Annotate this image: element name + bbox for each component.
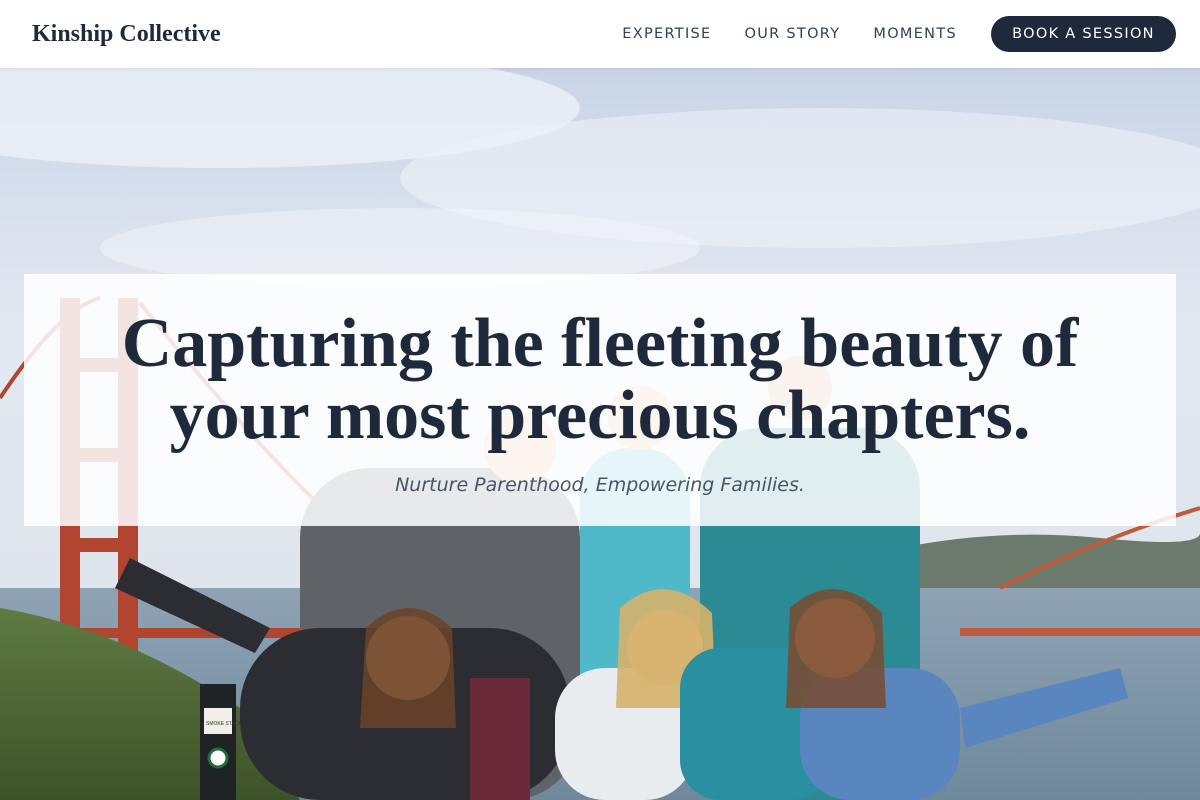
hero-headline: Capturing the fleeting beauty of your mo… (121, 305, 1079, 454)
hero-section: SMOKE STACK Capturing the fleeting beaut… (0, 68, 1200, 800)
site-header: Kinship Collective EXPERTISE OUR STORY M… (0, 0, 1200, 68)
hero-subheadline: Nurture Parenthood, Empowering Families. (395, 474, 805, 496)
sign-text: SMOKE STACK (206, 721, 242, 727)
nav-link-moments[interactable]: MOMENTS (873, 26, 957, 42)
main-nav: EXPERTISE OUR STORY MOMENTS BOOK A SESSI… (589, 16, 1176, 52)
nav-link-our-story[interactable]: OUR STORY (745, 26, 841, 42)
nav-link-expertise[interactable]: EXPERTISE (622, 26, 711, 42)
book-session-button[interactable]: BOOK A SESSION (991, 16, 1176, 52)
brand-logo[interactable]: Kinship Collective (32, 21, 221, 48)
hero-card: Capturing the fleeting beauty of your mo… (24, 274, 1176, 526)
